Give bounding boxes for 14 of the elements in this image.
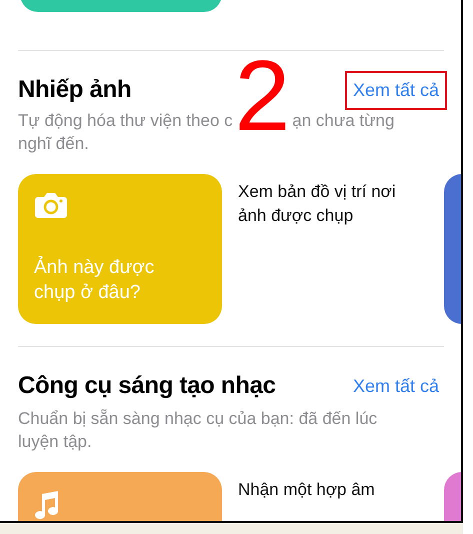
see-all-link[interactable]: Xem tất cả [344,367,447,406]
step-number: 2 [234,46,290,146]
shortcut-caption: Nhận một hợp âm [238,478,376,501]
description-text: Tự động hóa thư viện theo c [18,110,233,132]
description-text: nghĩ đến. [18,133,89,155]
see-all-link[interactable]: Xem tất cả [344,71,447,110]
camera-icon [34,192,68,219]
section-title: Công cụ sáng tạo nhạc [18,372,276,401]
shortcut-title: Ảnh này được chụp ở đâu? [34,255,156,306]
description-text: ạn chưa từng [292,110,394,132]
section-description: Chuẩn bị sẵn sàng nhạc cụ của bạn: đã đến lúc luyện tập. [18,408,378,453]
section-title: Nhiếp ảnh [18,76,132,105]
music-note-icon [34,490,60,520]
shortcut-caption: Xem bản đồ vị trí nơi ảnh được chụp [238,181,397,227]
